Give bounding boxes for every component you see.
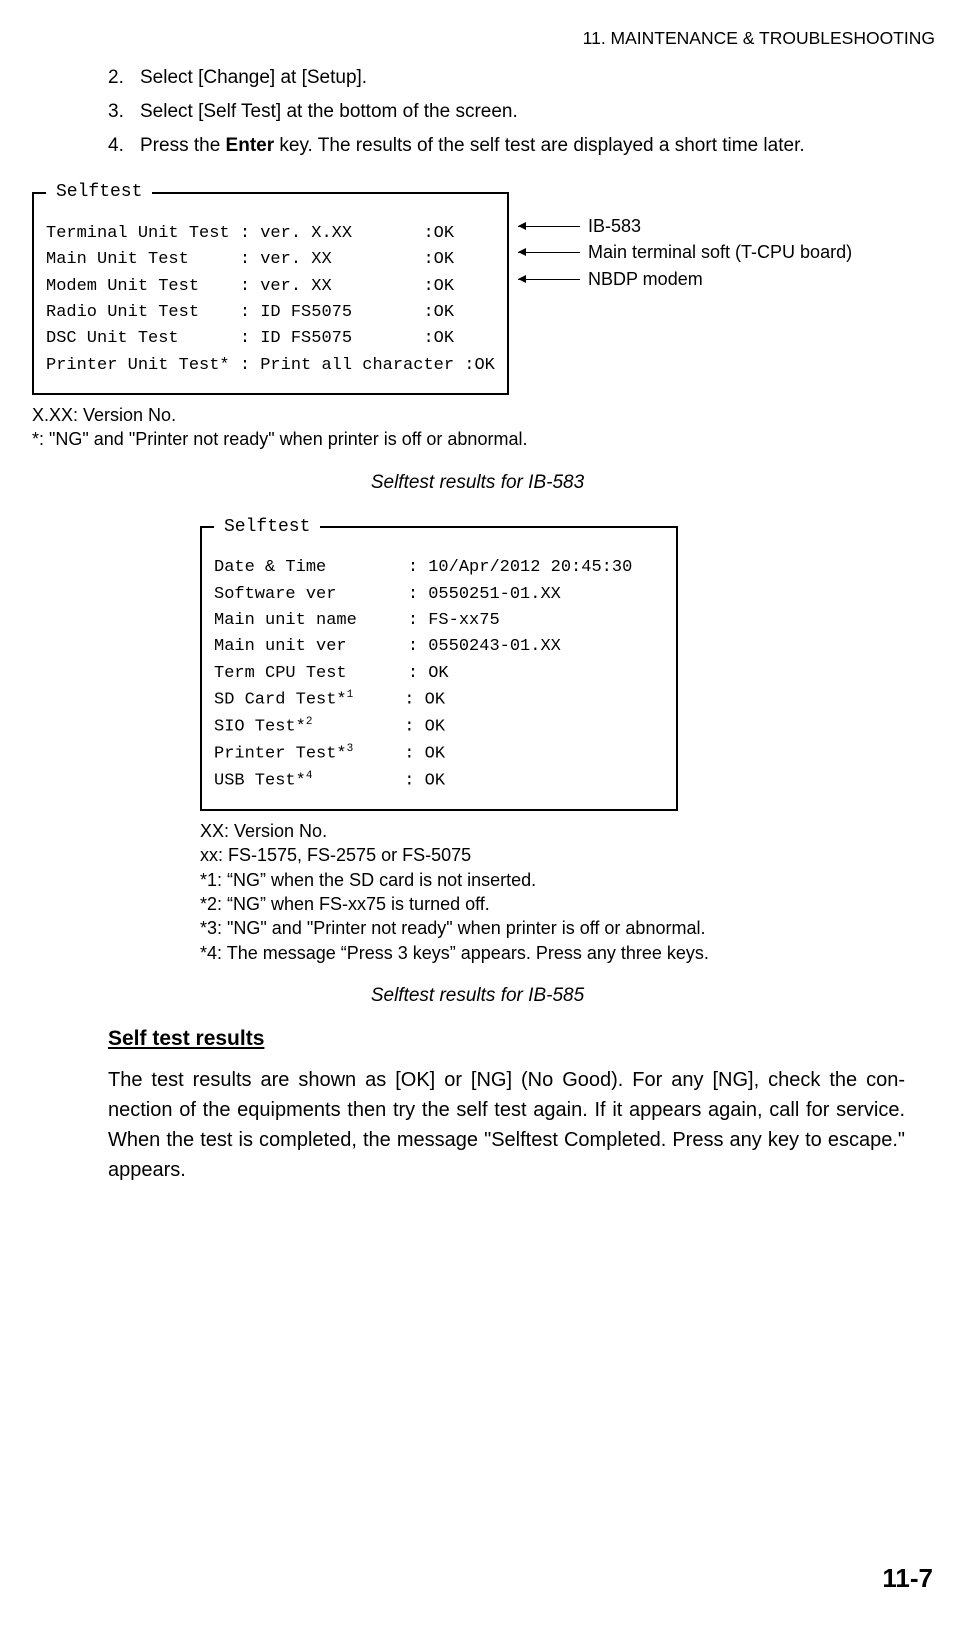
note-line: xx: FS-1575, FS-2575 or FS-5075: [200, 843, 935, 867]
test-row: Main unit ver : 0550243-01.XX: [214, 634, 664, 660]
test-value: : OK: [312, 718, 445, 737]
test-label: SIO Test*: [214, 718, 306, 737]
note-line: *2: “NG” when FS-xx75 is turned off.: [200, 892, 935, 916]
figure-2-wrap: Selftest Date & Time : 10/Apr/2012 20:45…: [200, 514, 935, 812]
annotation-row: Main terminal soft (T-CPU board): [518, 240, 852, 267]
selftest-legend: Selftest: [46, 179, 152, 207]
test-row: DSC Unit Test : ID FS5075 :OK: [46, 326, 495, 352]
test-row: Software ver : 0550251-01.XX: [214, 582, 664, 608]
figure-1-notes: X.XX: Version No. *: "NG" and "Printer n…: [32, 403, 935, 452]
test-row: Printer Unit Test* : Print all character…: [46, 353, 495, 379]
test-value: : OK: [353, 691, 445, 710]
step-number: 4.: [108, 135, 140, 157]
figure-1-caption: Selftest results for IB-583: [20, 472, 935, 494]
note-line: *: "NG" and "Printer not ready" when pri…: [32, 427, 935, 451]
step-number: 2.: [108, 67, 140, 89]
page-number: 11-7: [882, 1563, 933, 1594]
test-row: Main unit name : FS-xx75: [214, 608, 664, 634]
annotation-label: IB-583: [588, 216, 641, 237]
note-line: X.XX: Version No.: [32, 403, 935, 427]
selftest-panel-1: Selftest Terminal Unit Test : ver. X.XX …: [32, 179, 509, 395]
note-line: XX: Version No.: [200, 819, 935, 843]
arrow-left-icon: [518, 226, 580, 227]
annotation-label: NBDP modem: [588, 269, 703, 290]
annotation-column: IB-583 Main terminal soft (T-CPU board) …: [518, 179, 852, 293]
figure-2-caption: Selftest results for IB-585: [20, 985, 935, 1007]
annotation-row: NBDP modem: [518, 266, 852, 293]
test-row: USB Test*4 : OK: [214, 768, 664, 795]
test-row: SIO Test*2 : OK: [214, 714, 664, 741]
test-row: Terminal Unit Test : ver. X.XX :OK: [46, 221, 495, 247]
body-paragraph: The test results are shown as [OK] or [N…: [20, 1065, 935, 1185]
annotation-row: IB-583: [518, 213, 852, 240]
test-row: Modem Unit Test : ver. XX :OK: [46, 274, 495, 300]
step-text: Select [Self Test] at the bottom of the …: [140, 101, 905, 123]
test-label: Printer Test*: [214, 745, 347, 764]
test-value: : OK: [353, 745, 445, 764]
test-row: Radio Unit Test : ID FS5075 :OK: [46, 300, 495, 326]
note-line: *1: “NG” when the SD card is not inserte…: [200, 868, 935, 892]
selftest-panel-2: Selftest Date & Time : 10/Apr/2012 20:45…: [200, 514, 678, 812]
figure-1-wrap: Selftest Terminal Unit Test : ver. X.XX …: [32, 179, 935, 395]
step-item: 4. Press the Enter key. The results of t…: [108, 135, 905, 157]
enter-key-label: Enter: [226, 135, 275, 156]
step-text-part: Press the: [140, 135, 226, 156]
step-text: Select [Change] at [Setup].: [140, 67, 905, 89]
page-header: 11. MAINTENANCE & TROUBLESHOOTING: [20, 28, 935, 49]
step-text: Press the Enter key. The results of the …: [140, 135, 905, 157]
figure-2-notes: XX: Version No. xx: FS-1575, FS-2575 or …: [200, 819, 935, 965]
test-label: USB Test*: [214, 772, 306, 791]
note-line: *3: "NG" and "Printer not ready" when pr…: [200, 916, 935, 940]
figure-2-box: Selftest Date & Time : 10/Apr/2012 20:45…: [200, 514, 678, 812]
step-item: 3. Select [Self Test] at the bottom of t…: [108, 101, 905, 123]
test-value: : OK: [312, 772, 445, 791]
step-item: 2. Select [Change] at [Setup].: [108, 67, 905, 89]
section-subheading: Self test results: [108, 1027, 935, 1051]
step-number: 3.: [108, 101, 140, 123]
test-row: SD Card Test*1 : OK: [214, 687, 664, 714]
selftest-legend: Selftest: [214, 514, 320, 542]
step-text-part: key. The results of the self test are di…: [274, 135, 805, 156]
step-list: 2. Select [Change] at [Setup]. 3. Select…: [20, 67, 935, 157]
test-row: Printer Test*3 : OK: [214, 741, 664, 768]
annotation-label: Main terminal soft (T-CPU board): [588, 242, 852, 263]
arrow-left-icon: [518, 279, 580, 280]
test-row: Main Unit Test : ver. XX :OK: [46, 247, 495, 273]
arrow-left-icon: [518, 252, 580, 253]
figure-1-box: Selftest Terminal Unit Test : ver. X.XX …: [32, 179, 508, 395]
note-line: *4: The message “Press 3 keys” appears. …: [200, 941, 935, 965]
test-label: SD Card Test*: [214, 691, 347, 710]
test-row: Term CPU Test : OK: [214, 661, 664, 687]
test-row: Date & Time : 10/Apr/2012 20:45:30: [214, 555, 664, 581]
